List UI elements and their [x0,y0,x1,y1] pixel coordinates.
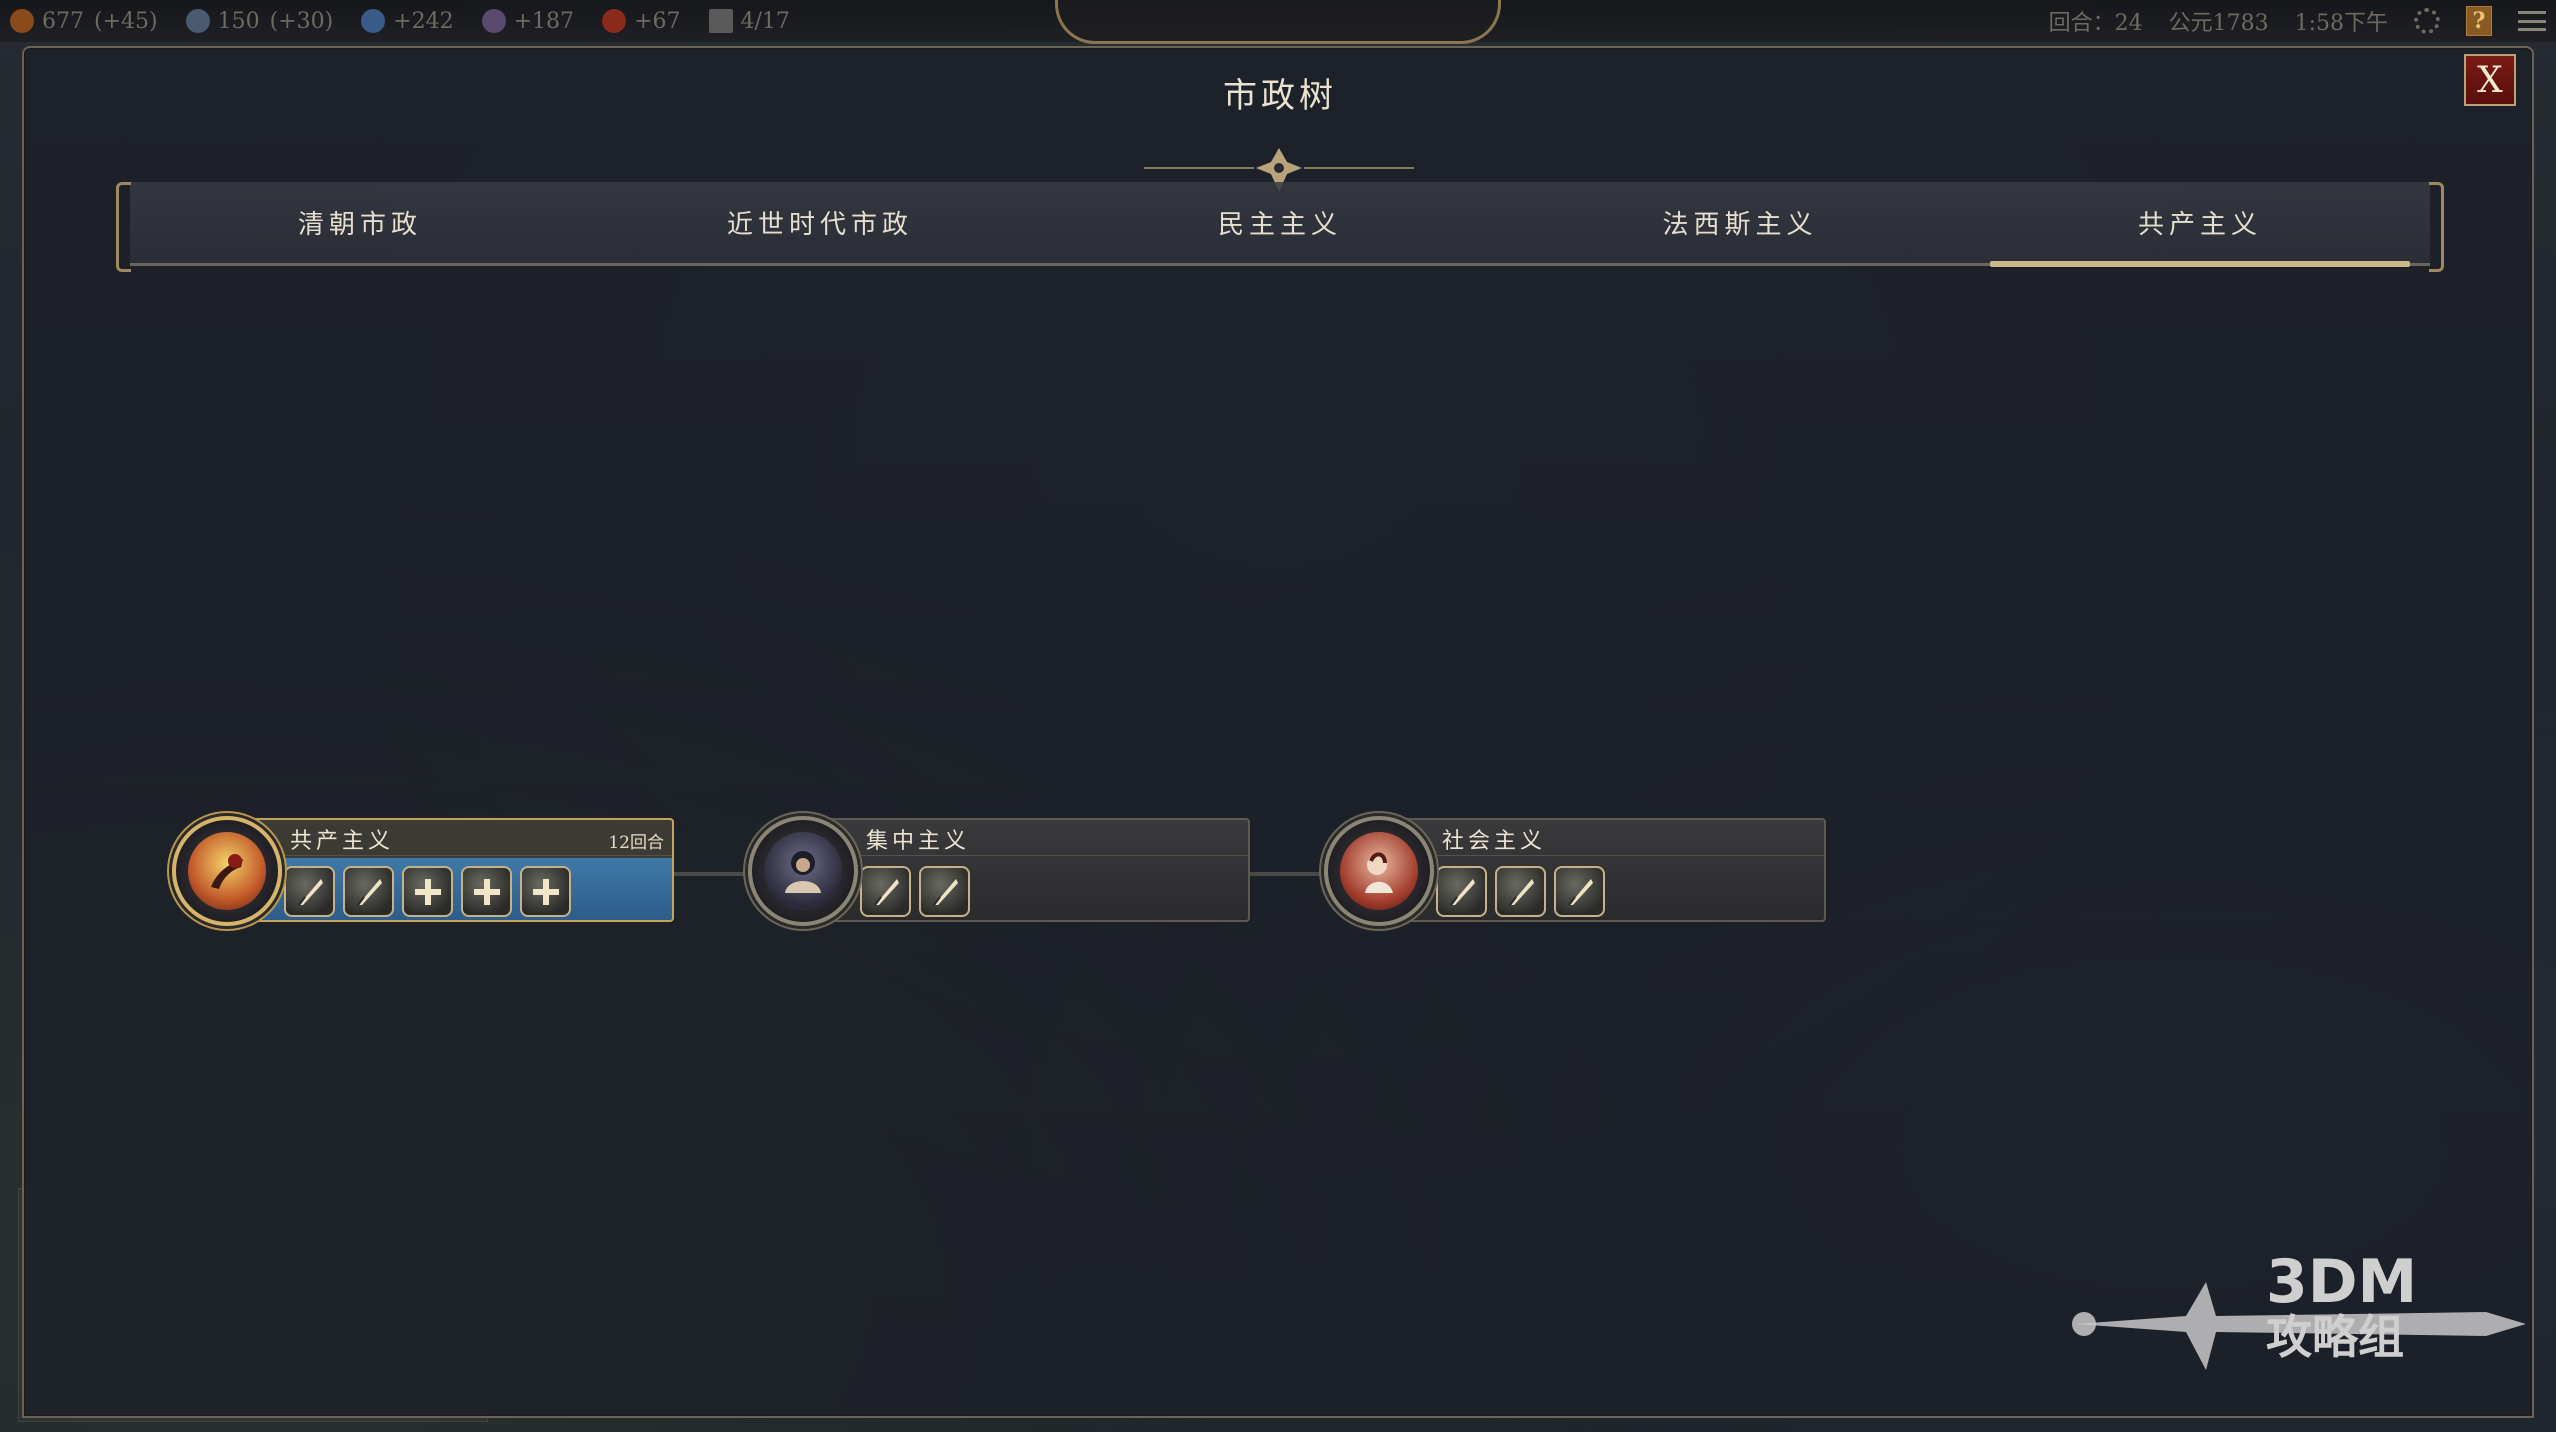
resource-science: 150 (+30) [185,8,334,34]
civic-medallion [1324,816,1434,926]
resource-culture: +187 [481,8,575,34]
resource-value: +67 [634,8,681,34]
resource-value: +242 [393,8,454,34]
civic-card: 共产主义 12回合 [226,818,674,922]
tab-early-modern-civics[interactable]: 近世时代市政 [590,182,1050,263]
music-note-icon [481,9,506,33]
quill-icon[interactable] [860,866,911,917]
top-center-ornament [1055,0,1501,44]
civic-tree-panel: 市政树 X 清朝市政 近世时代市政 民主主义 法西斯主义 共产主义 共产主义 1… [22,46,2534,1418]
socialism-portrait-icon [1340,832,1418,910]
quill-icon[interactable] [343,866,394,917]
quill-icon[interactable] [919,866,970,917]
civic-card: 集中主义 [802,818,1250,922]
era-tab-bar: 清朝市政 近世时代市政 民主主义 法西斯主义 共产主义 [116,182,2430,272]
civic-unlocks [860,866,970,917]
resource-delta: (+45) [94,8,158,34]
civic-medallion [172,816,282,926]
civic-node-communism[interactable]: 共产主义 12回合 [172,816,677,926]
civic-unlocks [284,866,571,917]
watermark-logo: 3DM 攻略组 [2066,1252,2526,1402]
resource-influence: +67 [602,8,681,34]
quill-icon[interactable] [1495,866,1546,917]
civic-node-centralism[interactable]: 集中主义 [748,816,1253,926]
quill-icon[interactable] [1436,866,1487,917]
resource-value: 677 [42,8,84,34]
tab-fascism[interactable]: 法西斯主义 [1510,182,1970,263]
gear-icon[interactable] [2414,8,2440,34]
communism-portrait-icon [188,832,266,910]
watermark-text: 3DM 攻略组 [2266,1252,2417,1360]
faith-flask-icon [361,9,386,33]
resource-gold: 677 (+45) [10,9,158,34]
quill-icon[interactable] [284,866,335,917]
turn-counter: 回合：24 [2048,11,2143,36]
resource-delta: (+30) [269,8,334,34]
civic-name: 共产主义 [290,829,395,854]
centralism-portrait-icon [764,832,842,910]
building-icon [708,9,733,33]
resource-value: +187 [513,8,575,34]
tab-communism[interactable]: 共产主义 [1970,182,2430,267]
resource-value: 150 [217,8,260,34]
watermark-line1: 3DM [2266,1247,2418,1317]
plus-icon[interactable] [520,866,571,917]
civic-medallion [748,816,858,926]
clock-display: 1:58下午 [2294,11,2388,36]
resource-faith: +242 [361,8,454,34]
civic-name: 社会主义 [1442,829,1547,854]
tab-qing-civics[interactable]: 清朝市政 [130,182,590,263]
help-icon[interactable]: ? [2466,6,2492,36]
tab-democracy[interactable]: 民主主义 [1050,182,1510,263]
civic-unlocks [1436,866,1605,917]
civic-turns: 12回合 [608,833,664,853]
gold-coin-icon [10,9,34,33]
civic-card: 社会主义 [1378,818,1826,922]
resource-value: 4/17 [740,8,790,34]
panel-title: 市政树 [1223,76,1337,116]
plus-icon[interactable] [402,866,453,917]
civic-node-socialism[interactable]: 社会主义 [1324,816,1829,926]
menu-icon[interactable] [2518,11,2546,31]
influence-icon [602,9,627,33]
year-display: 公元1783 [2168,11,2269,36]
quill-icon[interactable] [1554,866,1605,917]
resource-buildings: 4/17 [708,8,790,34]
civic-name: 集中主义 [866,829,971,854]
science-globe-icon [185,9,210,33]
watermark-line2: 攻略组 [2266,1310,2404,1364]
plus-icon[interactable] [461,866,512,917]
close-button[interactable]: X [2464,54,2516,106]
